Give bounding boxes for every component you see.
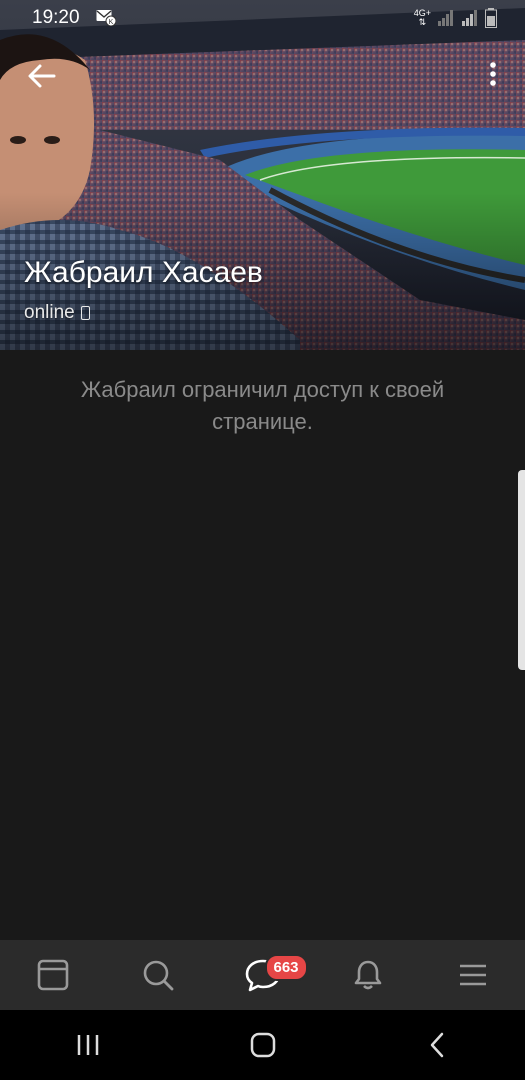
edge-panel-handle[interactable] xyxy=(518,470,525,670)
tab-feed[interactable] xyxy=(23,950,83,1000)
profile-online-status: online xyxy=(24,302,90,324)
status-bar: 19:20 K 4G+ ⇅ xyxy=(0,0,525,36)
tab-search[interactable] xyxy=(128,950,188,1000)
mail-notification-icon: K xyxy=(96,10,116,26)
network-type-icon: 4G+ ⇅ xyxy=(413,8,431,27)
recent-apps-icon xyxy=(77,1035,98,1055)
svg-text:K: K xyxy=(109,19,114,26)
battery-icon xyxy=(485,8,497,28)
cover-photo xyxy=(0,0,525,350)
home-button[interactable] xyxy=(233,1020,293,1070)
recent-apps-button[interactable] xyxy=(58,1020,118,1070)
more-options-icon[interactable] xyxy=(485,60,501,90)
back-chevron-icon xyxy=(430,1032,443,1058)
mobile-device-icon xyxy=(80,306,90,320)
back-button[interactable] xyxy=(408,1020,468,1070)
profile-name: Жабраил Хасаев xyxy=(24,256,263,289)
back-arrow-icon[interactable] xyxy=(24,58,60,94)
restricted-access-message: Жабраил ограничил доступ к своей страниц… xyxy=(80,377,445,434)
online-status-label: online xyxy=(24,302,75,323)
signal-icon xyxy=(438,10,453,26)
notifications-bell-icon xyxy=(354,960,381,990)
status-time: 19:20 xyxy=(32,7,80,28)
feed-icon xyxy=(37,959,68,991)
bottom-tab-bar: 663 xyxy=(0,940,525,1010)
tab-menu[interactable] xyxy=(443,950,503,1000)
system-navigation-bar xyxy=(0,1010,525,1080)
search-icon xyxy=(143,960,173,991)
tab-notifications[interactable] xyxy=(338,950,398,1000)
messages-badge: 663 xyxy=(264,954,308,981)
menu-icon xyxy=(459,964,486,986)
tab-messages[interactable]: 663 xyxy=(233,950,308,1000)
home-icon xyxy=(250,1032,275,1058)
signal-icon-2 xyxy=(462,10,477,26)
